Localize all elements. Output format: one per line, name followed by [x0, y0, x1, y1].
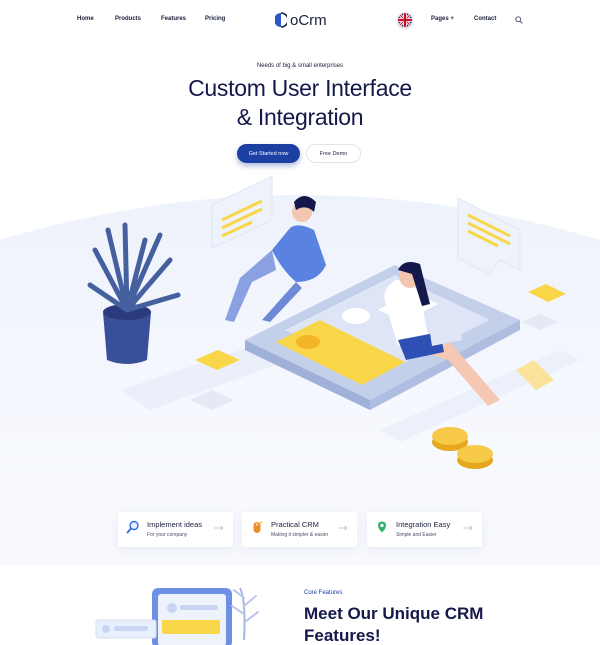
hero-subtitle: Needs of big & small enterprises	[256, 63, 344, 69]
nav-products[interactable]: Products	[115, 16, 141, 22]
search-icon[interactable]	[515, 16, 523, 24]
arrow-right-icon	[214, 525, 224, 531]
chat-bubble-right-icon	[457, 197, 521, 275]
top-navigation: Home Products Features Pricing oCrm Page…	[0, 0, 600, 40]
location-pin-icon	[378, 521, 386, 533]
logo-icon	[275, 12, 287, 28]
core-title-line2: Features!	[304, 626, 381, 645]
get-started-button[interactable]: Get Started now	[237, 144, 300, 163]
hero-title: Custom User Interface & Integration	[0, 74, 600, 132]
hero-title-line2: & Integration	[236, 104, 364, 130]
feature-title: Practical CRM	[271, 520, 319, 529]
hero-title-line1: Custom User Interface	[188, 75, 412, 101]
nav-features[interactable]: Features	[161, 16, 186, 22]
logo[interactable]: oCrm	[275, 11, 327, 29]
uk-flag-icon	[398, 13, 412, 27]
feature-desc: Making it simpler & easier	[271, 532, 329, 538]
core-title-line1: Meet Our Unique CRM	[304, 604, 484, 623]
nav-contact[interactable]: Contact	[474, 16, 496, 22]
nav-pricing[interactable]: Pricing	[205, 16, 225, 22]
language-selector[interactable]	[398, 13, 412, 27]
arrow-right-icon	[338, 525, 348, 531]
feature-title: Implement ideas	[147, 520, 203, 529]
arrow-right-icon	[463, 525, 473, 531]
core-features-illustration	[95, 587, 259, 645]
magnifier-icon	[126, 520, 139, 534]
nav-pages[interactable]: Pages +	[431, 16, 454, 22]
feature-card-integration[interactable]: Integration Easy Simple and Easier	[367, 512, 482, 547]
feature-card-implement[interactable]: Implement ideas For your company	[118, 512, 233, 547]
free-demo-button[interactable]: Free Demo	[306, 144, 361, 163]
logo-text: oCrm	[290, 11, 327, 29]
feature-card-practical[interactable]: Practical CRM Making it simpler & easier	[242, 512, 357, 547]
feature-title: Integration Easy	[396, 520, 451, 529]
mouse-icon	[253, 521, 263, 533]
feature-desc: For your company	[147, 532, 188, 538]
feature-desc: Simple and Easier	[396, 532, 437, 538]
core-features-title: Meet Our Unique CRM Features!	[304, 603, 524, 645]
hero-illustration	[0, 175, 600, 490]
core-features-label: Core Features	[304, 590, 343, 596]
nav-home[interactable]: Home	[77, 16, 94, 22]
